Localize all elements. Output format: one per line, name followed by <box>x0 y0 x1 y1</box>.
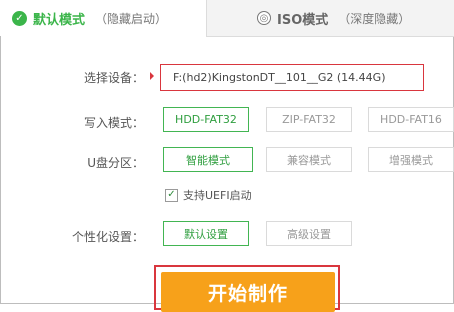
partition-option-smart[interactable]: 智能模式 <box>163 147 253 172</box>
partition-option-enhanced[interactable]: 增强模式 <box>368 147 454 172</box>
write-mode-option-hdd-fat16[interactable]: HDD-FAT16 <box>368 107 454 132</box>
personalize-label: 个性化设置： <box>71 230 144 244</box>
uefi-option[interactable]: ✓ 支持UEFI启动 <box>165 187 252 203</box>
device-label: 选择设备： <box>83 71 144 85</box>
tab-iso-mode-label: ISO模式 <box>277 12 329 28</box>
tab-default-mode-sub: （隐藏启动） <box>95 11 168 26</box>
partition-option-compatible[interactable]: 兼容模式 <box>266 147 352 172</box>
mode-tabbar: ✓ 默认模式 （隐藏启动） ◎ ISO模式 （深度隐藏） <box>0 0 454 38</box>
check-icon: ✓ <box>12 10 27 26</box>
start-button[interactable]: 开始制作 <box>161 272 335 312</box>
caret-right-icon <box>150 72 154 80</box>
device-select[interactable]: F:(hd2)KingstonDT__101__G2 (14.44G) <box>160 64 424 91</box>
personalize-option-default[interactable]: 默认设置 <box>163 221 249 246</box>
uefi-checkbox[interactable]: ✓ <box>165 188 178 202</box>
write-mode-option-zip-fat32[interactable]: ZIP-FAT32 <box>266 107 352 132</box>
write-mode-label: 写入模式： <box>83 116 144 130</box>
tab-iso-mode[interactable]: ◎ ISO模式 （深度隐藏） <box>206 0 454 37</box>
personalize-option-advanced[interactable]: 高级设置 <box>266 221 352 246</box>
partition-label: U盘分区： <box>87 156 144 170</box>
tab-iso-mode-sub: （深度隐藏） <box>338 11 411 26</box>
tab-default-mode-label: 默认模式 <box>33 12 86 28</box>
tab-default-mode[interactable]: ✓ 默认模式 （隐藏启动） <box>0 0 206 36</box>
uefi-label: 支持UEFI启动 <box>183 189 252 202</box>
disc-icon: ◎ <box>257 11 271 25</box>
write-mode-option-hdd-fat32[interactable]: HDD-FAT32 <box>163 107 249 132</box>
device-value: F:(hd2)KingstonDT__101__G2 (14.44G) <box>173 71 386 84</box>
